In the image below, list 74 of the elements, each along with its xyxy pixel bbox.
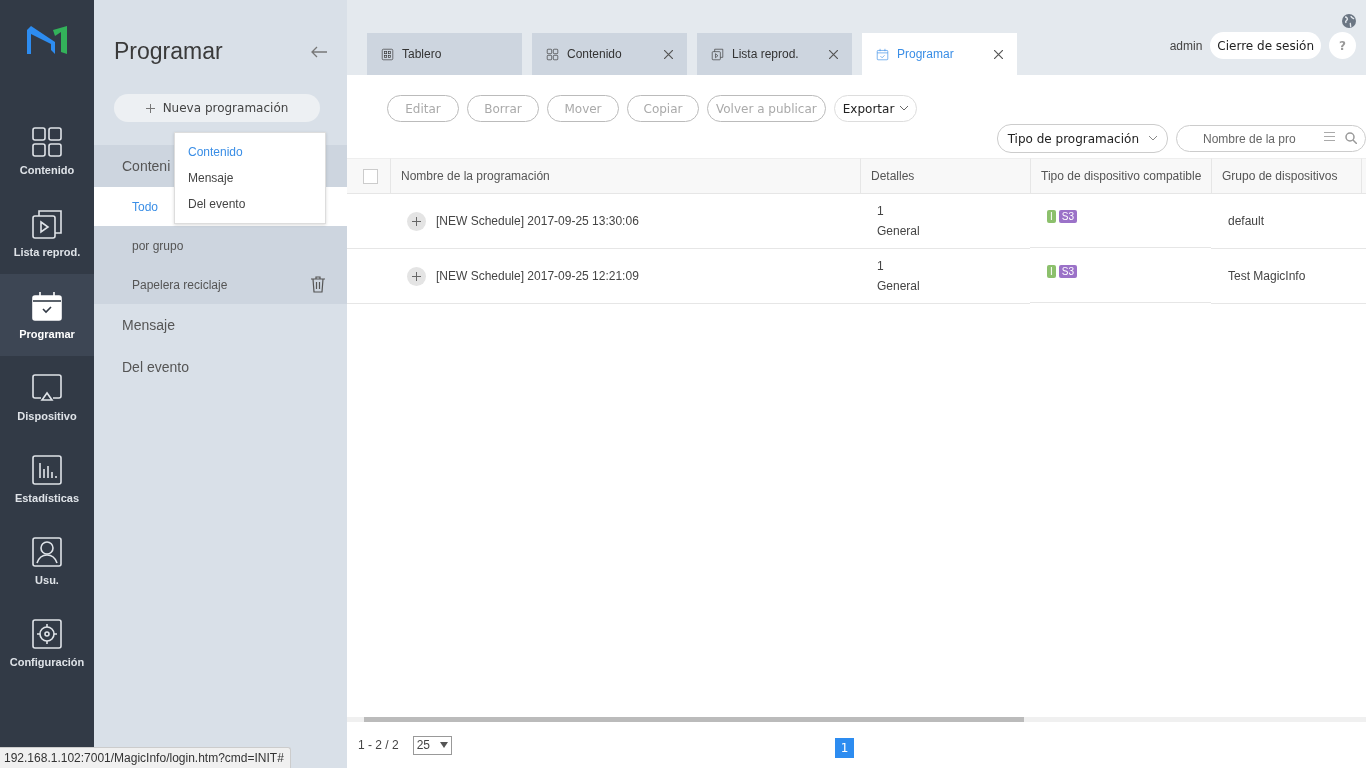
plus-icon	[412, 271, 421, 281]
table-cell: 1	[877, 204, 884, 218]
table-cell: [NEW Schedule] 2017-09-25 13:30:06	[436, 214, 639, 228]
dashboard-icon	[381, 47, 394, 61]
logout-button[interactable]: Cierre de sesión	[1210, 32, 1321, 59]
table-cell: [NEW Schedule] 2017-09-25 12:21:09	[436, 269, 639, 283]
back-arrow-icon[interactable]	[311, 45, 327, 58]
search-field[interactable]: Nombre de la pro	[1176, 125, 1366, 152]
close-icon[interactable]	[994, 49, 1003, 59]
grid-icon	[31, 126, 63, 158]
tree-item[interactable]: Todo	[132, 199, 159, 214]
schedule-type-dropdown[interactable]: Tipo de programación	[996, 124, 1168, 153]
nav-item[interactable]: Contenido	[0, 110, 94, 192]
grid-icon	[546, 47, 559, 61]
plus-icon	[412, 216, 421, 226]
chart-icon	[31, 454, 63, 486]
tab[interactable]: Contenido	[532, 33, 687, 75]
nav-item[interactable]: Lista reprod.	[0, 192, 94, 274]
device-type-tag: S3	[1058, 265, 1077, 278]
table-cell: Test MagicInfo	[1228, 269, 1306, 283]
column-header[interactable]: Tipo de dispositivo compatible	[1030, 158, 1211, 194]
column-header[interactable]: Nombre de la programación	[390, 158, 860, 194]
nav-item[interactable]: Programar	[0, 274, 94, 356]
device-type-tag: S3	[1058, 210, 1077, 223]
panel-title: Programar	[114, 38, 223, 65]
nav-item[interactable]: Configuración	[0, 602, 94, 684]
table-cell: default	[1228, 214, 1265, 228]
gear-icon	[31, 618, 63, 650]
plus-icon	[145, 103, 155, 113]
dropdown-arrow-icon	[440, 742, 449, 748]
tree-item[interactable]: por grupo	[132, 238, 184, 253]
nav-item[interactable]: Usu.	[0, 520, 94, 602]
tree-item[interactable]: Mensaje	[94, 304, 347, 346]
close-icon[interactable]	[664, 49, 673, 59]
status-bar: 192.168.1.102:7001/MagicInfo/login.htm?cmd=INIT#	[0, 747, 291, 768]
table-cell: General	[877, 279, 920, 293]
playlist-icon	[711, 47, 724, 61]
nav-item[interactable]: Estadísticas	[0, 438, 94, 520]
trash-icon[interactable]	[311, 276, 325, 293]
menu-item[interactable]: Contenido	[175, 139, 325, 165]
page-range: 1 - 2 / 2	[358, 738, 399, 752]
user-icon	[31, 536, 63, 568]
column-header[interactable]: Detalles	[860, 158, 1030, 194]
page-size-select[interactable]: 25	[412, 735, 453, 755]
playlist-icon	[31, 208, 63, 240]
expand-button[interactable]	[407, 266, 426, 286]
device-type-tag: I	[1047, 265, 1056, 278]
scrollbar[interactable]	[364, 717, 1024, 722]
menu-item[interactable]: Del evento	[175, 191, 325, 217]
expand-button[interactable]	[407, 211, 426, 231]
tree-item[interactable]: Del evento	[94, 346, 347, 388]
export-dropdown[interactable]: Exportar	[833, 95, 918, 122]
calendar-icon	[876, 47, 889, 61]
chevron-icon	[1149, 136, 1157, 141]
new-schedule-button[interactable]: Nueva programación	[114, 94, 320, 122]
menu-item[interactable]: Mensaje	[175, 165, 325, 191]
display-icon	[31, 372, 63, 404]
device-type-tag: I	[1047, 210, 1056, 223]
select-all-checkbox[interactable]	[363, 168, 378, 184]
nav-item[interactable]: Dispositivo	[0, 356, 94, 438]
tab[interactable]: Lista reprod.	[697, 33, 852, 75]
tree-item[interactable]: Papelera reciclaje	[132, 277, 228, 292]
logo	[27, 26, 67, 54]
column-header[interactable]: Grupo de dispositivos	[1211, 158, 1361, 194]
globe-icon[interactable]	[1342, 14, 1356, 28]
table-cell: 1	[877, 259, 884, 273]
search-icon[interactable]	[1345, 132, 1357, 144]
close-icon[interactable]	[829, 49, 838, 59]
chevron-icon	[900, 106, 909, 111]
table-cell: General	[877, 224, 920, 238]
tab[interactable]: Tablero	[367, 33, 522, 75]
calendar-icon	[31, 290, 63, 322]
username: admin	[1169, 38, 1203, 53]
tab[interactable]: Programar	[862, 33, 1017, 75]
